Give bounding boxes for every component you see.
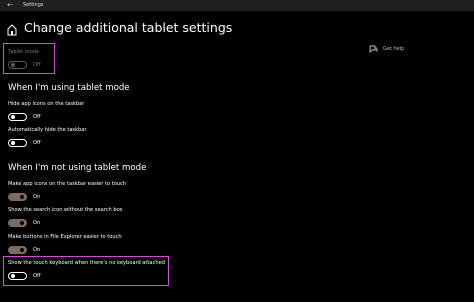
search-icon-switch[interactable]	[8, 218, 27, 227]
title-bar: ← Settings	[0, 0, 474, 11]
search-icon-label: Show the search icon without the search …	[8, 207, 123, 213]
easier-touch-icons-switch[interactable]	[8, 192, 27, 201]
section-heading-using: When I'm using tablet mode	[8, 83, 130, 93]
hide-app-icons-switch[interactable]	[8, 112, 27, 121]
hide-app-icons-label: Hide app icons on the taskbar	[8, 101, 85, 107]
hide-app-icons-state: Off	[33, 113, 41, 120]
chat-bubble-icon	[369, 45, 378, 53]
get-help-link[interactable]: Get help	[369, 43, 404, 55]
touch-keyboard-highlight	[3, 256, 169, 286]
auto-hide-taskbar-switch[interactable]	[8, 138, 27, 147]
page-title: Change additional tablet settings	[24, 20, 233, 35]
tablet-mode-highlight	[3, 43, 55, 74]
settings-window: ← Settings Change additional tablet sett…	[0, 0, 474, 302]
easier-touch-icons-toggle[interactable]: On	[8, 192, 40, 201]
easier-touch-icons-state: On	[33, 193, 41, 200]
auto-hide-taskbar-label: Automatically hide the taskbar	[8, 127, 87, 133]
hide-app-icons-toggle[interactable]: Off	[8, 112, 41, 121]
window-title: Settings	[23, 2, 44, 8]
auto-hide-taskbar-state: Off	[33, 139, 41, 146]
section-heading-not-using: When I'm not using tablet mode	[8, 163, 147, 173]
file-explorer-buttons-state: On	[33, 246, 41, 253]
back-arrow-icon[interactable]: ←	[4, 0, 16, 11]
file-explorer-buttons-label: Make buttons in File Explorer easier to …	[8, 234, 122, 240]
file-explorer-buttons-switch[interactable]	[8, 245, 27, 254]
home-icon	[7, 24, 17, 36]
search-icon-toggle[interactable]: On	[8, 218, 40, 227]
auto-hide-taskbar-toggle[interactable]: Off	[8, 138, 41, 147]
file-explorer-buttons-toggle[interactable]: On	[8, 245, 40, 254]
easier-touch-icons-label: Make app icons on the taskbar easier to …	[8, 181, 127, 187]
search-icon-state: On	[33, 219, 41, 226]
get-help-label: Get help	[383, 46, 405, 52]
